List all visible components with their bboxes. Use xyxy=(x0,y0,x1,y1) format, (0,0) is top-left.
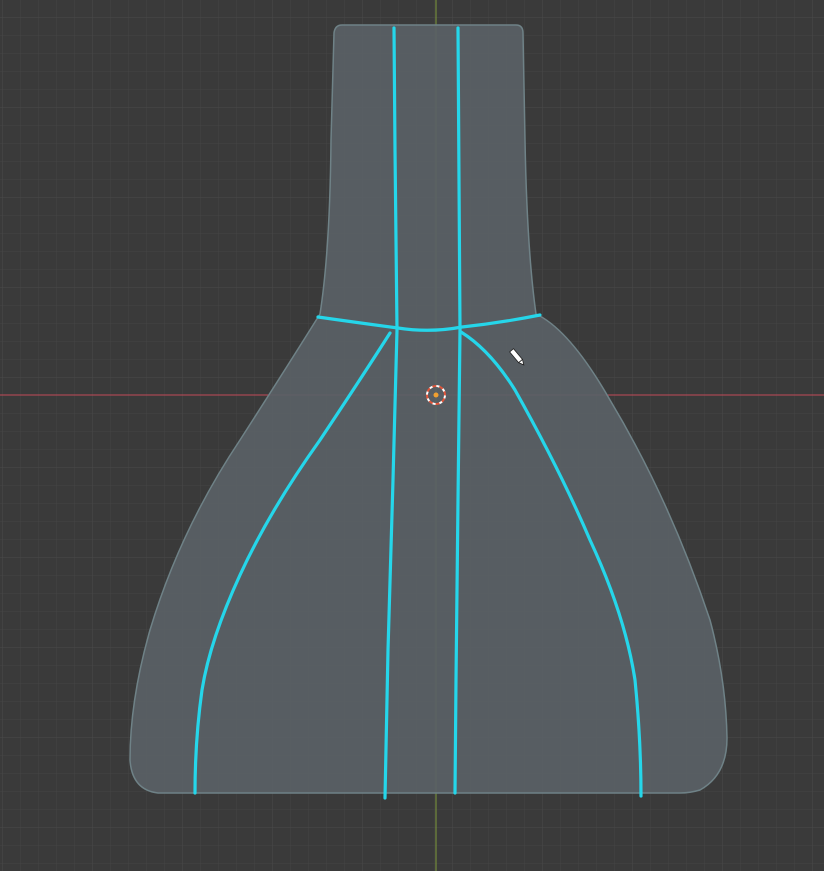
3d-viewport-canvas[interactable] xyxy=(0,0,824,871)
